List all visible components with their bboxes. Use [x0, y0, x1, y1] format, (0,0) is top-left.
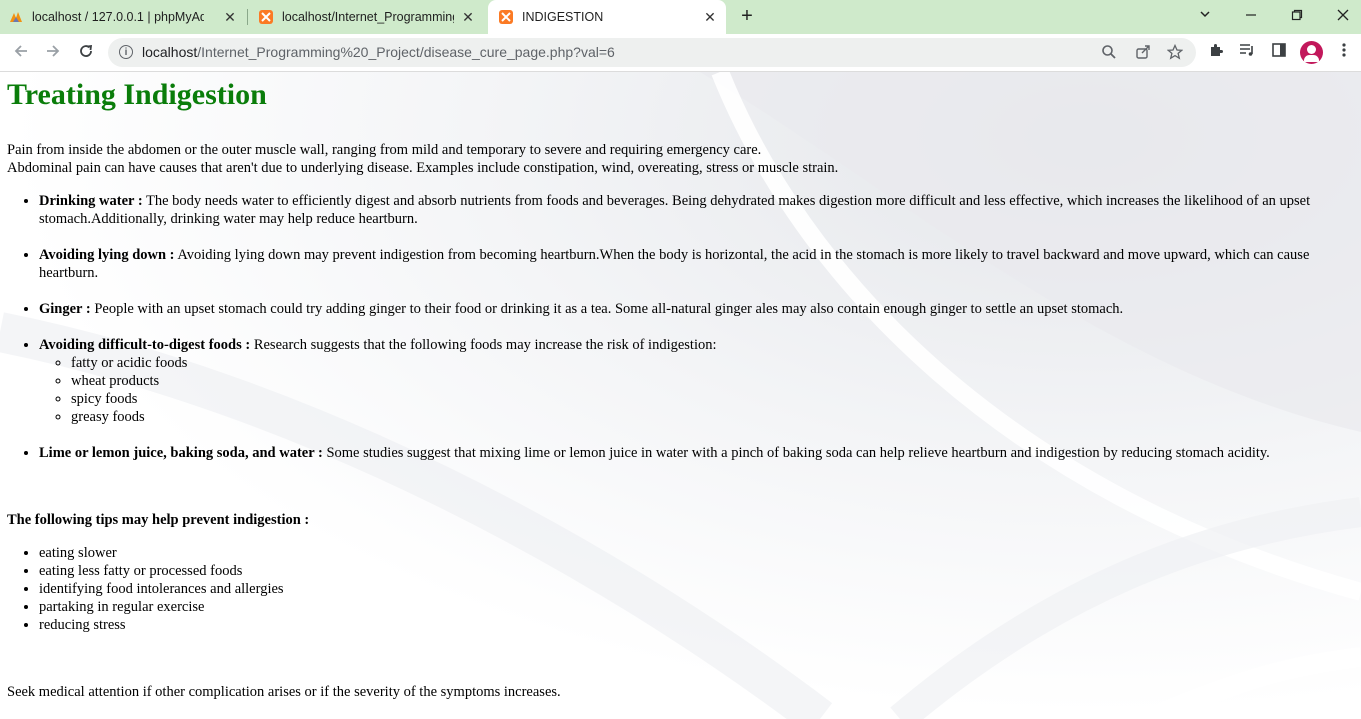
tab-title: INDIGESTION [522, 10, 604, 24]
bookmark-star-icon[interactable] [1166, 43, 1184, 62]
sublist-item: greasy foods [71, 408, 1357, 426]
remedy-label: Avoiding lying down : [39, 247, 175, 263]
list-item: Avoiding difficult-to-digest foods : Res… [39, 336, 1357, 426]
address-bar[interactable]: i localhost/Internet_Programming%20_Proj… [108, 38, 1196, 67]
tab-divider [247, 9, 248, 25]
phpmyadmin-icon [8, 9, 24, 25]
sublist-item: wheat products [71, 372, 1357, 390]
tips-list: eating slower eating less fatty or proce… [7, 544, 1357, 634]
tip-item: reducing stress [39, 616, 1357, 634]
url-path: /Internet_Programming%20_Project/disease… [197, 44, 615, 60]
media-queue-icon[interactable] [1237, 42, 1257, 62]
profile-avatar[interactable] [1300, 41, 1323, 64]
tab-title: localhost / 127.0.0.1 | phpMyAdmin [32, 10, 204, 24]
remedy-text: The body needs water to efficiently dige… [39, 193, 1311, 227]
url-text[interactable]: localhost/Internet_Programming%20_Projec… [142, 38, 615, 67]
list-item: Ginger : People with an upset stomach co… [39, 300, 1357, 318]
foods-sublist: fatty or acidic foods wheat products spi… [39, 354, 1357, 426]
list-item: Drinking water : The body needs water to… [39, 192, 1357, 228]
medical-attention-note: Seek medical attention if other complica… [7, 684, 561, 700]
article: Treating Indigestion Pain from inside th… [7, 72, 1357, 701]
xampp-icon [498, 9, 514, 25]
page-title: Treating Indigestion [7, 78, 267, 111]
new-tab-button[interactable]: + [736, 6, 758, 28]
sublist-item: spicy foods [71, 390, 1357, 408]
back-arrow-icon[interactable] [8, 40, 34, 66]
reload-icon[interactable] [73, 40, 99, 66]
tab-title: localhost/Internet_Programming [282, 10, 454, 24]
tip-item: partaking in regular exercise [39, 598, 1357, 616]
list-item: Avoiding lying down : Avoiding lying dow… [39, 246, 1357, 282]
side-panel-icon[interactable] [1269, 42, 1289, 62]
url-host: localhost [142, 44, 198, 60]
intro-line: Pain from inside the abdomen or the oute… [7, 142, 762, 158]
tab-search-icon[interactable] [1190, 5, 1220, 27]
remedy-label: Avoiding difficult-to-digest foods : [39, 337, 251, 353]
remedy-text: Avoiding lying down may prevent indigest… [39, 247, 1310, 281]
extensions-icon[interactable] [1206, 42, 1226, 62]
close-tab-icon[interactable]: ✕ [702, 9, 718, 25]
tip-item: eating less fatty or processed foods [39, 562, 1357, 580]
browser-toolbar: i localhost/Internet_Programming%20_Proj… [0, 34, 1361, 72]
remedy-text: Some studies suggest that mixing lime or… [322, 445, 1270, 461]
remedy-text: People with an upset stomach could try a… [90, 301, 1124, 317]
tab-phpmyadmin[interactable]: localhost / 127.0.0.1 | phpMyAdmin ✕ [8, 0, 246, 34]
tip-item: identifying food intolerances and allerg… [39, 580, 1357, 598]
list-item: Lime or lemon juice, baking soda, and wa… [39, 444, 1357, 462]
menu-kebab-icon[interactable] [1334, 42, 1354, 62]
share-icon[interactable] [1134, 44, 1152, 62]
intro-text: Pain from inside the abdomen or the oute… [7, 141, 1357, 177]
site-info-icon[interactable]: i [119, 45, 133, 59]
remedy-label: Lime or lemon juice, baking soda, and wa… [39, 445, 323, 461]
intro-line: Abdominal pain can have causes that aren… [7, 160, 839, 176]
close-tab-icon[interactable]: ✕ [460, 9, 476, 25]
forward-arrow-icon[interactable] [40, 40, 66, 66]
tab-internet-programming[interactable]: localhost/Internet_Programming ✕ [258, 0, 484, 34]
remedy-label: Drinking water : [39, 193, 143, 209]
remedy-label: Ginger : [39, 301, 91, 317]
tips-heading: The following tips may help prevent indi… [7, 512, 310, 528]
minimize-button[interactable] [1236, 5, 1266, 27]
tab-indigestion[interactable]: INDIGESTION ✕ [488, 0, 726, 34]
sublist-item: fatty or acidic foods [71, 354, 1357, 372]
close-tab-icon[interactable]: ✕ [222, 9, 238, 25]
zoom-icon[interactable] [1100, 44, 1118, 62]
tip-item: eating slower [39, 544, 1357, 562]
restore-button[interactable] [1282, 5, 1312, 27]
remedy-text: Research suggests that the following foo… [250, 337, 717, 353]
page-viewport: Treating Indigestion Pain from inside th… [0, 72, 1361, 719]
remedies-list: Drinking water : The body needs water to… [7, 192, 1357, 462]
tab-strip: localhost / 127.0.0.1 | phpMyAdmin ✕ loc… [0, 0, 1361, 34]
xampp-icon [258, 9, 274, 25]
close-window-button[interactable] [1328, 5, 1358, 27]
